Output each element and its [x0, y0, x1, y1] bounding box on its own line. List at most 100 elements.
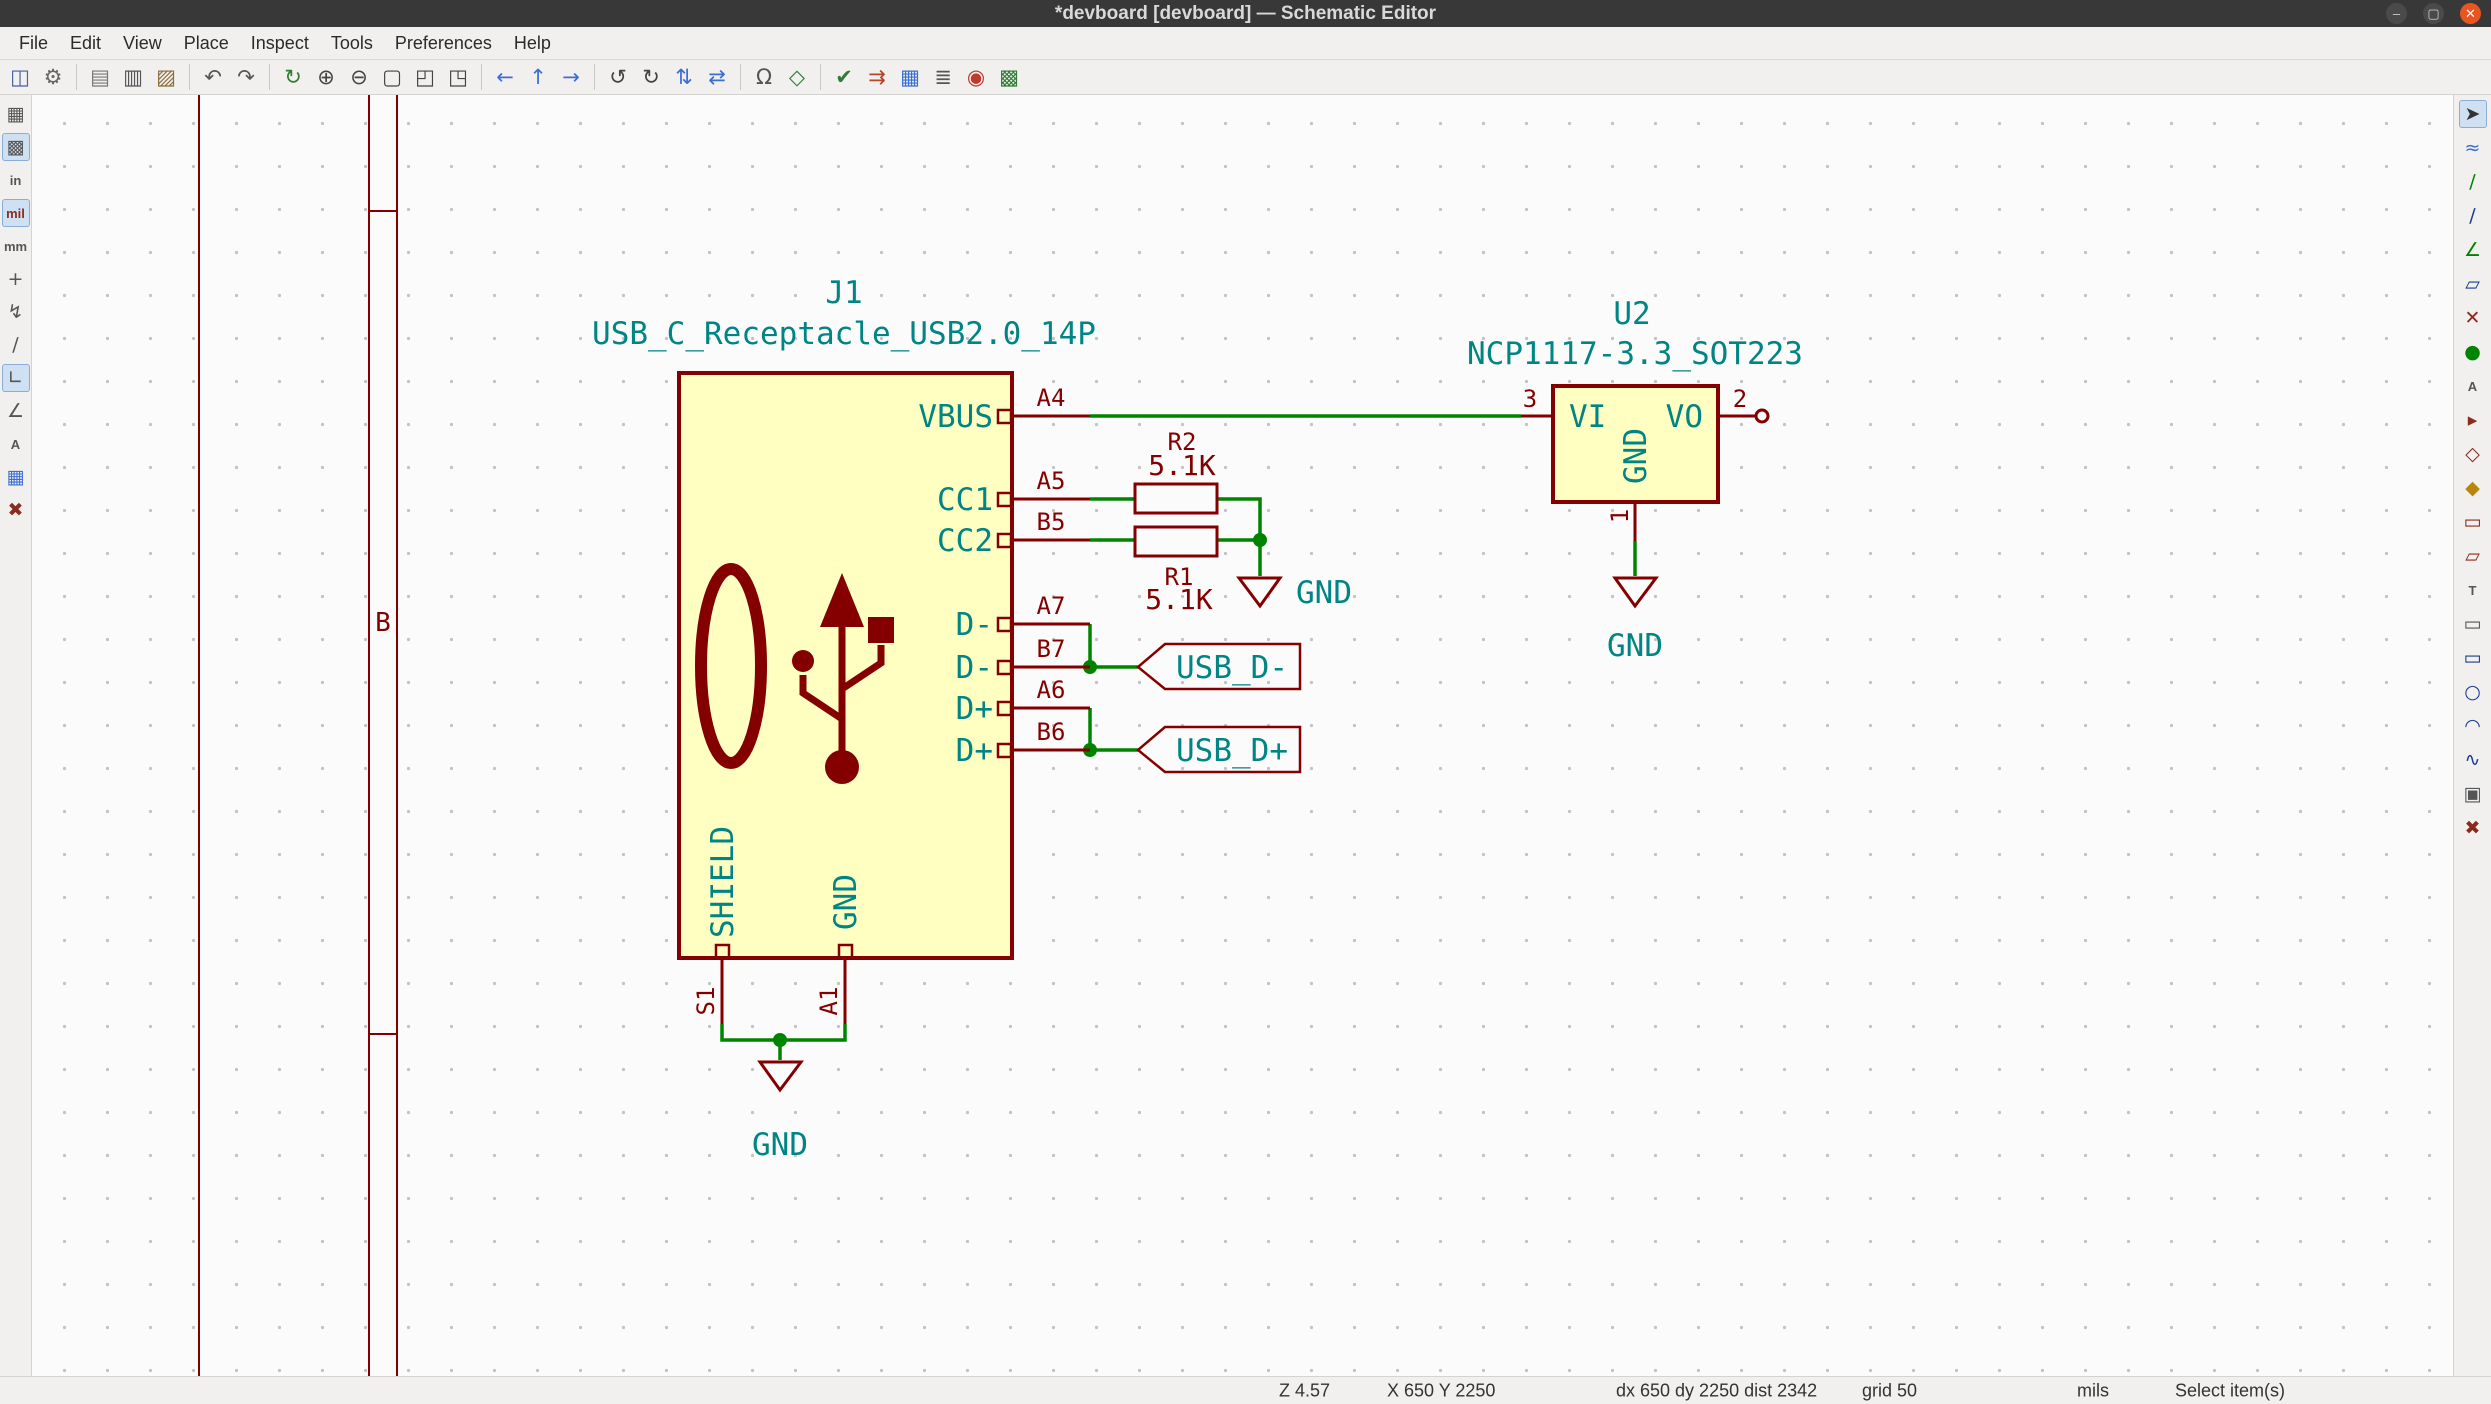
menu-place[interactable]: Place [173, 27, 240, 59]
minimize-button[interactable]: – [2386, 3, 2407, 24]
j1-value[interactable]: USB_C_Receptacle_USB2.0_14P [592, 316, 1096, 352]
u2-value[interactable]: NCP1117-3.3_SOT223 [1467, 336, 1803, 372]
u2-reference[interactable]: U2 [1613, 296, 1650, 332]
sheet-pin-icon[interactable]: ▱ [2459, 542, 2487, 570]
zoom-objects-icon[interactable]: ◰ [410, 62, 440, 92]
global-label-text[interactable]: USB_D+ [1176, 733, 1288, 769]
global-label-text[interactable]: USB_D- [1176, 650, 1288, 686]
bom-icon[interactable]: ≣ [928, 62, 958, 92]
add-bus-icon[interactable]: ∕ [2459, 202, 2487, 230]
gnd-label[interactable]: GND [1607, 628, 1663, 664]
erc-icon[interactable]: ✔ [829, 62, 859, 92]
circle-tool-icon[interactable]: ○ [2459, 678, 2487, 706]
menu-view[interactable]: View [112, 27, 173, 59]
r1-body[interactable] [1135, 527, 1217, 556]
pin-number: A6 [1037, 676, 1066, 704]
grid-overrides-icon[interactable]: ▩ [2, 133, 30, 161]
maximize-button[interactable]: ▢ [2423, 3, 2444, 24]
net-label-icon[interactable]: A [2459, 372, 2487, 400]
menu-edit[interactable]: Edit [59, 27, 112, 59]
status-coordinates: X 650 Y 2250 [1387, 1380, 1495, 1401]
print-icon[interactable]: ▥ [118, 62, 148, 92]
fields-table-icon[interactable]: ▦ [2, 463, 30, 491]
next-sheet-icon[interactable]: → [556, 62, 586, 92]
full-cursor-icon[interactable]: + [2, 265, 30, 293]
r2-value[interactable]: 5.1K [1148, 449, 1216, 482]
rotate-cw-icon[interactable]: ↻ [636, 62, 666, 92]
prev-sheet-icon[interactable]: ← [490, 62, 520, 92]
textbox-tool-icon[interactable]: ▭ [2459, 610, 2487, 638]
free-angle-icon[interactable]: ∕ [2, 331, 30, 359]
titlebar[interactable]: *devboard [devboard] — Schematic Editor … [0, 0, 2491, 27]
arc-tool-icon[interactable]: ◠ [2459, 712, 2487, 740]
pcb-editor-icon[interactable]: ▩ [994, 62, 1024, 92]
zoom-selection-icon[interactable]: ◳ [443, 62, 473, 92]
r1-value[interactable]: 5.1K [1145, 583, 1213, 616]
delete-tool-icon[interactable]: ✖ [2459, 814, 2487, 842]
status-delta: dx 650 dy 2250 dist 2342 [1616, 1380, 1817, 1401]
pin-name: D+ [956, 733, 993, 769]
gnd-symbol [760, 1062, 801, 1090]
paste-icon[interactable]: ▨ [151, 62, 181, 92]
rotate-ccw-icon[interactable]: ↺ [603, 62, 633, 92]
global-label-icon[interactable]: ◇ [2459, 440, 2487, 468]
select-tool-icon[interactable]: ➤ [2459, 100, 2487, 128]
mirror-v-icon[interactable]: ⇅ [669, 62, 699, 92]
global-labels[interactable]: USB_D- USB_D+ [1138, 644, 1300, 772]
gnd-label[interactable]: GND [752, 1127, 808, 1163]
rect-tool-icon[interactable]: ▭ [2459, 644, 2487, 672]
j1-symbol[interactable]: J1 USB_C_Receptacle_USB2.0_14P [592, 275, 1096, 1024]
symbol-fields-icon[interactable]: ▦ [895, 62, 925, 92]
menu-file[interactable]: File [8, 27, 59, 59]
zoom-fit-icon[interactable]: ▢ [377, 62, 407, 92]
refresh-icon[interactable]: ↻ [278, 62, 308, 92]
units-mil[interactable]: mil [2, 199, 30, 227]
redo-icon[interactable]: ↷ [231, 62, 261, 92]
bus-entry-icon[interactable]: ▱ [2459, 270, 2487, 298]
units-mm[interactable]: mm [2, 232, 30, 260]
hidden-pins-icon[interactable]: ↯ [2, 298, 30, 326]
45-angle-icon[interactable]: ∠ [2, 397, 30, 425]
bezier-tool-icon[interactable]: ∿ [2459, 746, 2487, 774]
u2-symbol[interactable]: U2 NCP1117-3.3_SOT223 VI VO GND 3 2 1 [1467, 296, 1803, 541]
annotate-icon[interactable]: A [2, 430, 30, 458]
text-tool-icon[interactable]: T [2459, 576, 2487, 604]
j1-reference[interactable]: J1 [825, 275, 862, 311]
wire-entry-icon[interactable]: ∠ [2459, 236, 2487, 264]
menu-preferences[interactable]: Preferences [384, 27, 503, 59]
undo-icon[interactable]: ↶ [198, 62, 228, 92]
assign-footprints-icon[interactable]: ⇉ [862, 62, 892, 92]
save-icon[interactable]: ◫ [5, 62, 35, 92]
up-hierarchy-icon[interactable]: ↑ [523, 62, 553, 92]
mirror-h-icon[interactable]: ⇄ [702, 62, 732, 92]
no-connect-icon[interactable]: ✕ [2459, 304, 2487, 332]
zoom-in-icon[interactable]: ⊕ [311, 62, 341, 92]
menu-inspect[interactable]: Inspect [240, 27, 320, 59]
netclass-flag-icon[interactable]: ▸ [2459, 406, 2487, 434]
schematic-canvas[interactable]: B [32, 95, 2453, 1376]
show-grid-icon[interactable]: ▦ [2, 100, 30, 128]
hv-angle-icon[interactable]: ∟ [2, 364, 30, 392]
menu-tools[interactable]: Tools [320, 27, 384, 59]
footprint-editor-icon[interactable]: ◇ [782, 62, 812, 92]
zoom-out-icon[interactable]: ⊖ [344, 62, 374, 92]
gnd-symbol [1239, 578, 1280, 606]
units-inch[interactable]: in [2, 166, 30, 194]
r2-symbol[interactable]: R2 5.1K [1135, 428, 1217, 513]
image-tool-icon[interactable]: ▣ [2459, 780, 2487, 808]
junction-icon[interactable]: ● [2459, 338, 2487, 366]
hier-sheet-icon[interactable]: ▭ [2459, 508, 2487, 536]
highlight-net-icon[interactable]: ≈ [2459, 134, 2487, 162]
symbol-editor-icon[interactable]: Ω [749, 62, 779, 92]
menu-help[interactable]: Help [503, 27, 562, 59]
add-wire-icon[interactable]: ∕ [2459, 168, 2487, 196]
sim-icon[interactable]: ◉ [961, 62, 991, 92]
schematic-setup-icon[interactable]: ⚙ [38, 62, 68, 92]
close-button[interactable]: ✕ [2460, 3, 2481, 24]
r2-body[interactable] [1135, 484, 1217, 513]
page-settings-icon[interactable]: ▤ [85, 62, 115, 92]
panel-toggle-icon[interactable]: ✖ [2, 496, 30, 524]
gnd-label[interactable]: GND [1296, 575, 1352, 611]
r1-symbol[interactable]: R1 5.1K [1135, 527, 1217, 616]
hier-label-icon[interactable]: ◆ [2459, 474, 2487, 502]
